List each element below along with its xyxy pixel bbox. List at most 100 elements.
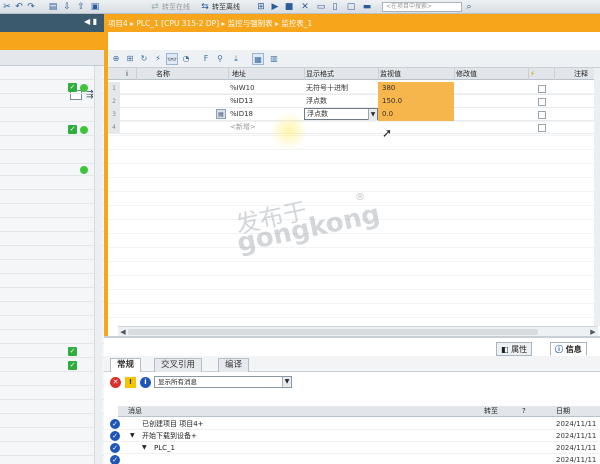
stop-cpu-icon[interactable]: ■ <box>284 2 294 12</box>
table-vertical-scrollbar[interactable] <box>594 68 600 326</box>
download-icon[interactable]: ⇩ <box>62 2 72 12</box>
message-row[interactable]: ✓ ▼ PLC_1 2024/11/11 <box>104 442 600 454</box>
col-header-name[interactable]: 名称 <box>156 68 170 80</box>
row-display-format[interactable]: 浮点数 <box>306 95 327 108</box>
enable-peripheral-icon[interactable]: ⤓ <box>230 53 242 65</box>
tree-row[interactable] <box>0 318 104 330</box>
tree-row[interactable] <box>0 262 104 274</box>
col-header-modify-value[interactable]: 修改值 <box>456 68 477 80</box>
project-tree-scrollbar[interactable] <box>94 66 102 464</box>
row-address[interactable]: %ID13 <box>230 95 253 108</box>
col-header-monitor-value[interactable]: 监视值 <box>380 68 401 80</box>
tree-row[interactable] <box>0 402 104 414</box>
cut-icon[interactable]: ✂ <box>2 2 12 12</box>
message-row[interactable]: ✓ ▼ 开始下载到设备+ 2024/11/11 <box>104 430 600 442</box>
tab-info[interactable]: ⓘ 信息 <box>550 342 587 356</box>
tab-compile[interactable]: 编译 <box>218 358 250 372</box>
error-filter-icon[interactable]: ✕ <box>110 377 121 388</box>
col-header-display-format[interactable]: 显示格式 <box>306 68 334 80</box>
row-address[interactable]: %ID18 <box>230 108 253 121</box>
modify-checkbox[interactable] <box>538 98 546 106</box>
row-address-add-new[interactable]: <新增> <box>230 121 256 134</box>
tree-row[interactable] <box>0 332 104 344</box>
tree-row[interactable] <box>0 276 104 288</box>
tree-row[interactable] <box>0 374 104 386</box>
split-vertical-icon[interactable]: ▯ <box>330 2 340 12</box>
tree-row[interactable] <box>0 152 104 164</box>
row-display-format[interactable]: 无符号十进制 <box>306 82 348 95</box>
modify-now-icon[interactable]: ↻ <box>138 53 150 65</box>
tree-row[interactable] <box>0 416 104 428</box>
show-columns-icon[interactable]: ▥ <box>268 53 280 65</box>
info-filter-icon[interactable]: i <box>140 377 151 388</box>
insert-row-icon[interactable]: ⊕ <box>110 53 122 65</box>
tree-row[interactable] <box>0 290 104 302</box>
table-horizontal-scrollbar[interactable]: ◀ ▶ <box>118 326 598 336</box>
modify-checkbox[interactable] <box>538 85 546 93</box>
monitor-once-icon[interactable]: ◔ <box>180 53 192 65</box>
go-online-button[interactable]: 转至在线 <box>162 2 190 12</box>
modify-checkbox[interactable] <box>538 111 546 119</box>
dropdown-arrow-icon[interactable]: ▼ <box>282 377 291 387</box>
table-row[interactable]: 2 %ID13 浮点数 150.0 <box>108 95 600 108</box>
col-header-goto[interactable]: 转至 <box>484 406 498 417</box>
collapse-panel-icon[interactable]: ◀ ▮ <box>84 17 97 26</box>
cross-reference-icon[interactable]: ✕ <box>300 2 310 12</box>
row-address[interactable]: %IW10 <box>230 82 255 95</box>
tab-cross-reference[interactable]: 交叉引用 <box>154 358 203 372</box>
tree-row[interactable] <box>0 110 104 122</box>
tab-properties[interactable]: ◧ 属性 <box>496 342 533 356</box>
col-header-comment[interactable]: 注释 <box>574 68 588 80</box>
search-input[interactable]: <在项目中搜索> <box>382 2 462 12</box>
breadcrumb-item-project[interactable]: 项目4 <box>108 19 128 28</box>
tree-row[interactable]: ✓ <box>0 360 104 372</box>
warning-filter-icon[interactable]: ! <box>125 377 136 388</box>
search-icon[interactable]: ⌕ <box>464 2 474 12</box>
breadcrumb-item-watch-table[interactable]: 监控表_1 <box>281 19 312 28</box>
monitor-all-icon[interactable]: 👓 <box>166 53 178 65</box>
show-extended-mode-icon[interactable]: ▦ <box>252 53 264 65</box>
tag-table-icon[interactable]: ▤ <box>216 109 226 119</box>
col-header-message[interactable]: 消息 <box>128 406 142 417</box>
table-row[interactable]: 1 %IW10 无符号十进制 380 <box>108 82 600 95</box>
tree-row[interactable] <box>0 164 104 176</box>
table-row[interactable]: 4 <新增> <box>108 121 600 134</box>
tab-general[interactable]: 常规 <box>110 358 142 372</box>
message-filter-select[interactable]: 显示所有消息 ▼ <box>154 376 292 388</box>
display-format-select[interactable]: 浮点数 ▼ <box>304 108 378 120</box>
tree-row[interactable]: ✓ <box>0 82 104 94</box>
compile-icon[interactable]: ▤ <box>48 2 58 12</box>
split-horizontal-icon[interactable]: ▭ <box>316 2 326 12</box>
minimize-icon[interactable]: ▬ <box>362 2 372 12</box>
tree-row[interactable] <box>0 96 104 108</box>
tree-row[interactable] <box>0 388 104 400</box>
expand-arrow-icon[interactable]: ▼ <box>130 430 135 442</box>
tree-row[interactable] <box>0 304 104 316</box>
dropdown-arrow-icon[interactable]: ▼ <box>368 109 377 120</box>
go-offline-button[interactable]: 转至离线 <box>212 2 240 12</box>
undo-icon[interactable]: ↶ <box>14 2 24 12</box>
tree-row[interactable] <box>0 220 104 232</box>
message-row[interactable]: ✓ 已创建项目 项目4+ 2024/11/11 <box>104 418 600 430</box>
add-row-icon[interactable]: ⊞ <box>124 53 136 65</box>
modify-checkbox[interactable] <box>538 124 546 132</box>
col-header-date[interactable]: 日期 <box>556 406 570 417</box>
tree-row[interactable] <box>0 68 104 80</box>
breadcrumb-item-watch-force-tables[interactable]: 监控与强制表 <box>228 19 273 28</box>
simulation-icon[interactable]: ▣ <box>90 2 100 12</box>
modify-trigger-icon[interactable]: ⚡ <box>152 53 164 65</box>
start-cpu-icon[interactable]: ▶ <box>270 2 280 12</box>
scroll-thumb[interactable] <box>128 329 538 335</box>
col-header-address[interactable]: 地址 <box>232 68 246 80</box>
upload-icon[interactable]: ⇧ <box>76 2 86 12</box>
breadcrumb-item-plc[interactable]: PLC_1 [CPU 315-2 DP] <box>136 19 219 28</box>
stop-force-icon[interactable]: ⚲ <box>214 53 226 65</box>
col-header-help[interactable]: ? <box>522 406 526 417</box>
window-icon[interactable]: ▢ <box>346 2 356 12</box>
tree-row[interactable]: ✓ <box>0 346 104 358</box>
force-icon[interactable]: F <box>200 53 212 65</box>
tree-row[interactable] <box>0 206 104 218</box>
message-row[interactable]: ✓ 2024/11/11 <box>104 454 600 464</box>
tree-row[interactable] <box>0 138 104 150</box>
accessible-devices-icon[interactable]: ⊞ <box>256 2 266 12</box>
